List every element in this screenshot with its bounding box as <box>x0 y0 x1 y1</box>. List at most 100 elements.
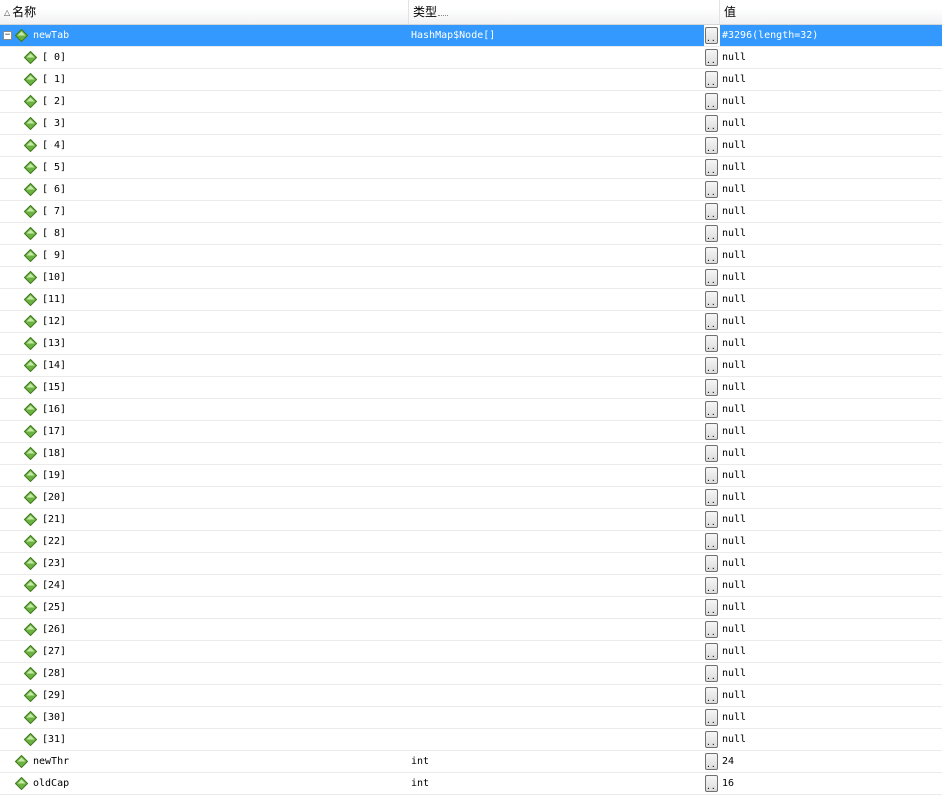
variable-name-cell[interactable]: [25] <box>0 597 406 618</box>
inspect-value-button[interactable]: ... <box>705 291 718 308</box>
variable-row[interactable]: [19]...null <box>0 465 942 487</box>
column-header-value[interactable]: 值 <box>719 0 942 24</box>
variable-value[interactable]: 24 <box>720 751 942 772</box>
collapse-icon[interactable]: − <box>3 31 12 40</box>
variable-row[interactable]: [26]...null <box>0 619 942 641</box>
variable-name-cell[interactable]: − newTab <box>0 25 406 46</box>
variable-name-cell[interactable]: [17] <box>0 421 406 442</box>
variable-row[interactable]: [ 1]...null <box>0 69 942 91</box>
variable-row[interactable]: [20]...null <box>0 487 942 509</box>
variable-value[interactable]: null <box>720 729 942 750</box>
inspect-value-button[interactable]: ... <box>705 93 718 110</box>
inspect-value-button[interactable]: ... <box>705 665 718 682</box>
inspect-value-button[interactable]: ... <box>705 225 718 242</box>
variable-value[interactable]: 16 <box>720 773 942 794</box>
variable-value[interactable]: null <box>720 69 942 90</box>
inspect-value-button[interactable]: ... <box>705 49 718 66</box>
inspect-value-button[interactable]: ... <box>705 621 718 638</box>
variable-name-cell[interactable]: [26] <box>0 619 406 640</box>
variable-value[interactable]: null <box>720 553 942 574</box>
variable-name-cell[interactable]: [ 8] <box>0 223 406 244</box>
variable-name-cell[interactable]: [21] <box>0 509 406 530</box>
variable-row[interactable]: [23]...null <box>0 553 942 575</box>
variable-name-cell[interactable]: [24] <box>0 575 406 596</box>
inspect-value-button[interactable]: ... <box>705 357 718 374</box>
variable-value[interactable]: null <box>720 641 942 662</box>
inspect-value-button[interactable]: ... <box>705 423 718 440</box>
variable-value[interactable]: null <box>720 47 942 68</box>
variable-value[interactable]: #3296(length=32) <box>720 25 942 46</box>
inspect-value-button[interactable]: ... <box>705 313 718 330</box>
variable-row[interactable]: [14]...null <box>0 355 942 377</box>
inspect-value-button[interactable]: ... <box>705 489 718 506</box>
variable-value[interactable]: null <box>720 245 942 266</box>
variable-name-cell[interactable]: [16] <box>0 399 406 420</box>
variable-value[interactable]: null <box>720 619 942 640</box>
inspect-value-button[interactable]: ... <box>705 731 718 748</box>
variable-name-cell[interactable]: [ 0] <box>0 47 406 68</box>
variable-name-cell[interactable]: [30] <box>0 707 406 728</box>
variable-value[interactable]: null <box>720 443 942 464</box>
variable-name-cell[interactable]: [13] <box>0 333 406 354</box>
variable-value[interactable]: null <box>720 113 942 134</box>
variable-name-cell[interactable]: [29] <box>0 685 406 706</box>
variable-value[interactable]: null <box>720 201 942 222</box>
variable-row[interactable]: [15]...null <box>0 377 942 399</box>
variable-value[interactable]: null <box>720 487 942 508</box>
variable-name-cell[interactable]: [20] <box>0 487 406 508</box>
variable-value[interactable]: null <box>720 421 942 442</box>
variable-value[interactable]: null <box>720 685 942 706</box>
variable-value[interactable]: null <box>720 355 942 376</box>
inspect-value-button[interactable]: ... <box>705 533 718 550</box>
variable-row[interactable]: [16]...null <box>0 399 942 421</box>
column-header-type[interactable]: 类型 <box>408 0 719 24</box>
variable-row[interactable]: [25]...null <box>0 597 942 619</box>
variable-value[interactable]: null <box>720 333 942 354</box>
inspect-value-button[interactable]: ... <box>705 401 718 418</box>
variable-row[interactable]: [ 6]...null <box>0 179 942 201</box>
variable-name-cell[interactable]: [14] <box>0 355 406 376</box>
variable-name-cell[interactable]: [15] <box>0 377 406 398</box>
variable-value[interactable]: null <box>720 223 942 244</box>
inspect-value-button[interactable]: ... <box>705 181 718 198</box>
variable-value[interactable]: null <box>720 465 942 486</box>
variable-name-cell[interactable]: [ 7] <box>0 201 406 222</box>
inspect-value-button[interactable]: ... <box>705 753 718 770</box>
inspect-value-button[interactable]: ... <box>705 159 718 176</box>
variable-name-cell[interactable]: [12] <box>0 311 406 332</box>
variable-row[interactable]: [ 0]...null <box>0 47 942 69</box>
inspect-value-button[interactable]: ... <box>705 577 718 594</box>
variable-value[interactable]: null <box>720 663 942 684</box>
variable-name-cell[interactable]: [27] <box>0 641 406 662</box>
variable-row[interactable]: [ 4]...null <box>0 135 942 157</box>
inspect-value-button[interactable]: ... <box>705 269 718 286</box>
variable-row[interactable]: newThr int...24 <box>0 751 942 773</box>
variable-value[interactable]: null <box>720 597 942 618</box>
variable-row[interactable]: oldCap int...16 <box>0 773 942 795</box>
variable-row[interactable]: [27]...null <box>0 641 942 663</box>
variable-row[interactable]: [28]...null <box>0 663 942 685</box>
variable-row[interactable]: [17]...null <box>0 421 942 443</box>
variable-row[interactable]: [13]...null <box>0 333 942 355</box>
variable-row[interactable]: [12]...null <box>0 311 942 333</box>
inspect-value-button[interactable]: ... <box>705 709 718 726</box>
variable-name-cell[interactable]: [18] <box>0 443 406 464</box>
variable-name-cell[interactable]: [ 6] <box>0 179 406 200</box>
variable-row[interactable]: [21]...null <box>0 509 942 531</box>
variable-row[interactable]: [ 7]...null <box>0 201 942 223</box>
variable-name-cell[interactable]: [ 4] <box>0 135 406 156</box>
inspect-value-button[interactable]: ... <box>705 115 718 132</box>
variable-name-cell[interactable]: [23] <box>0 553 406 574</box>
variable-name-cell[interactable]: [ 3] <box>0 113 406 134</box>
variable-value[interactable]: null <box>720 267 942 288</box>
variable-name-cell[interactable]: oldCap <box>0 773 406 794</box>
column-header-name[interactable]: △ 名称 <box>0 0 408 24</box>
variable-value[interactable]: null <box>720 289 942 310</box>
variable-row[interactable]: [ 5]...null <box>0 157 942 179</box>
variable-value[interactable]: null <box>720 311 942 332</box>
variable-value[interactable]: null <box>720 179 942 200</box>
variable-row[interactable]: [11]...null <box>0 289 942 311</box>
inspect-value-button[interactable]: ... <box>705 247 718 264</box>
variable-value[interactable]: null <box>720 135 942 156</box>
variable-row[interactable]: [31]...null <box>0 729 942 751</box>
